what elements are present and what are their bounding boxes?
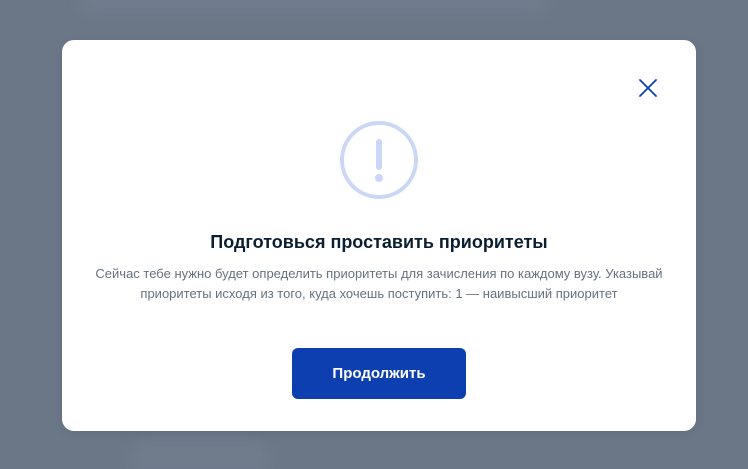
priority-info-modal: Подготовься проставить приоритеты Сейчас… [62, 40, 696, 431]
background-content-block [80, 0, 550, 14]
background-content-block [130, 440, 270, 469]
modal-message: Сейчас тебе нужно будет определить приор… [95, 266, 663, 301]
modal-title: Подготовься проставить приоритеты [210, 232, 548, 252]
continue-button[interactable]: Продолжить [292, 348, 466, 399]
close-button[interactable] [636, 76, 660, 100]
close-icon [639, 79, 657, 97]
warning-exclamation-icon [339, 120, 419, 200]
